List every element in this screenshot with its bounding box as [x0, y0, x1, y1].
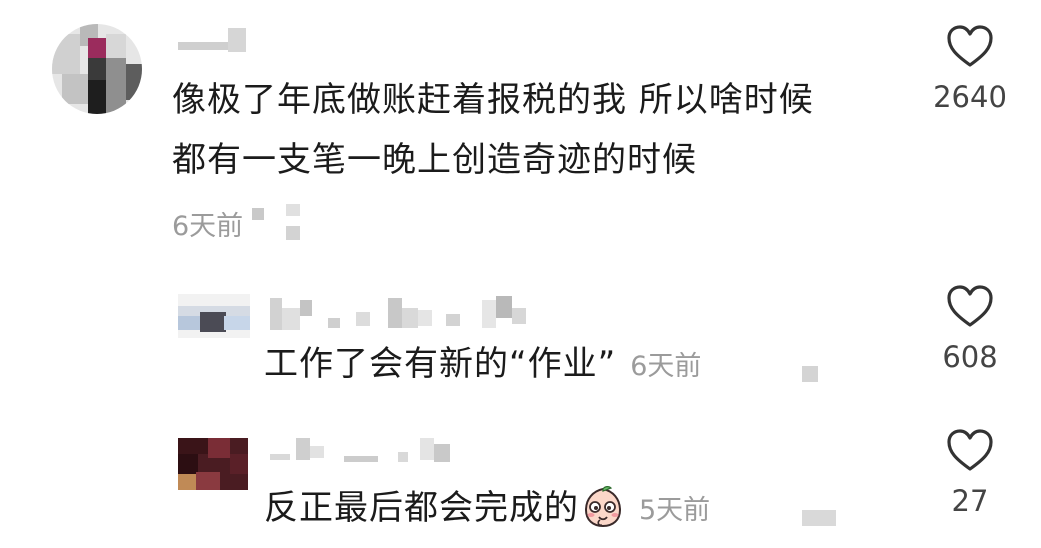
- like-count: 27: [951, 484, 989, 518]
- reply-button[interactable]: [802, 510, 836, 526]
- like-count: 608: [942, 340, 998, 374]
- avatar[interactable]: [52, 24, 142, 114]
- comment-text-line: 像极了年底做账赶着报税的我 所以啥时候: [172, 80, 814, 120]
- avatar[interactable]: [178, 438, 248, 490]
- username[interactable]: [178, 28, 258, 54]
- heart-outline-icon[interactable]: [946, 24, 994, 68]
- timestamp: 5天前: [639, 495, 711, 526]
- reply-button[interactable]: [286, 204, 300, 216]
- heart-outline-icon[interactable]: [946, 428, 994, 472]
- timestamp: 6天前: [630, 351, 702, 382]
- comment-text: 工作了会有新的“作业” 6天前: [264, 334, 701, 397]
- username[interactable]: [270, 434, 490, 468]
- comment-text: 反正最后都会完成的 5天前: [264, 478, 710, 541]
- comment-text-line: 都有一支笔一晚上创造奇迹的时候: [172, 140, 697, 180]
- avatar[interactable]: [178, 294, 250, 338]
- comment-text: 像极了年底做账赶着报税的我 所以啥时候 都有一支笔一晚上创造奇迹的时候: [172, 70, 814, 190]
- comment-text-line: 工作了会有新的“作业”: [264, 344, 617, 384]
- reply-button[interactable]: [802, 366, 818, 382]
- reply-button[interactable]: [252, 208, 264, 220]
- username[interactable]: [270, 296, 570, 332]
- like-count: 2640: [933, 80, 1007, 114]
- comment-text-line: 反正最后都会完成的: [264, 488, 579, 528]
- timestamp: 6天前: [172, 211, 244, 242]
- shy-peach-emoji: [584, 486, 622, 528]
- reply-button[interactable]: [286, 226, 300, 240]
- heart-outline-icon[interactable]: [946, 284, 994, 328]
